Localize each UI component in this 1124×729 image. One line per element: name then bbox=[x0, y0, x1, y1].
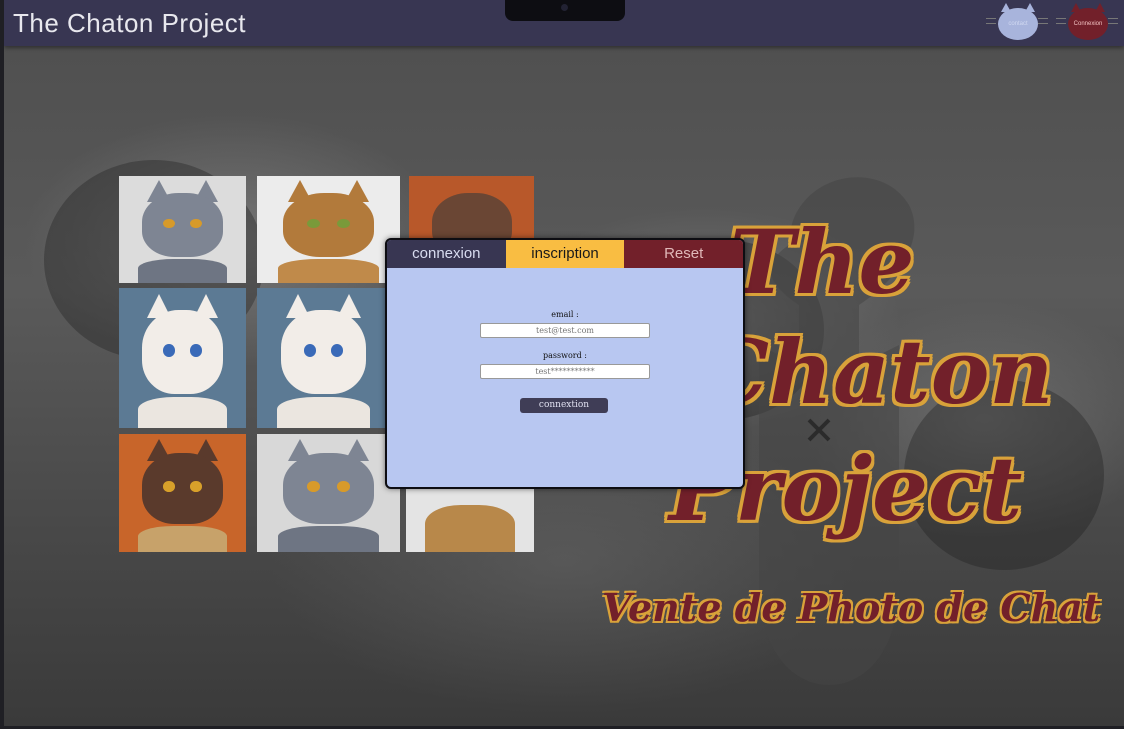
cat-face bbox=[141, 452, 224, 524]
connexion-button[interactable]: Connexion bbox=[1068, 3, 1108, 40]
cat-face bbox=[282, 452, 375, 524]
app-screen: The Chaton Project contact Connexion The… bbox=[4, 0, 1124, 726]
cat-face bbox=[141, 193, 224, 258]
auth-panel: connexion inscription Reset email : pass… bbox=[385, 238, 745, 489]
password-label: password : bbox=[543, 351, 587, 360]
whisker-decoration bbox=[1038, 23, 1048, 24]
whisker-decoration bbox=[1056, 23, 1066, 24]
cat-eye bbox=[307, 481, 320, 492]
cat-paws bbox=[425, 504, 515, 552]
cat-paws bbox=[138, 259, 227, 283]
hero-subtitle: Vente de Photo de Chat bbox=[602, 585, 1101, 630]
tab-reset[interactable]: Reset bbox=[624, 240, 743, 268]
tab-connexion[interactable]: connexion bbox=[387, 240, 506, 268]
camera-notch bbox=[505, 0, 625, 21]
app-title: The Chaton Project bbox=[13, 8, 247, 38]
password-field[interactable] bbox=[480, 364, 650, 379]
whisker-decoration bbox=[1108, 23, 1118, 24]
contact-button[interactable]: contact bbox=[998, 3, 1038, 40]
connexion-button-label: Connexion bbox=[1073, 21, 1103, 27]
cat-eye bbox=[190, 218, 202, 229]
email-label: email : bbox=[551, 310, 579, 319]
kitten-photo[interactable] bbox=[119, 434, 246, 552]
cat-paws bbox=[278, 526, 379, 552]
contact-button-label: contact bbox=[1008, 21, 1028, 27]
cat-face bbox=[282, 193, 375, 258]
whisker-decoration bbox=[986, 18, 996, 19]
cat-face bbox=[141, 310, 224, 395]
kitten-photo[interactable] bbox=[119, 288, 246, 428]
tab-inscription[interactable]: inscription bbox=[505, 240, 625, 268]
whisker-decoration bbox=[986, 23, 996, 24]
login-submit-button[interactable]: connextion bbox=[520, 398, 608, 413]
hero-line-2: Chaton bbox=[699, 320, 1054, 424]
cat-eye bbox=[303, 344, 316, 357]
cat-paws bbox=[138, 397, 227, 428]
email-field[interactable] bbox=[480, 323, 650, 338]
cat-eye bbox=[337, 481, 350, 492]
cat-eye bbox=[190, 344, 202, 357]
cat-paws bbox=[278, 259, 379, 283]
cat-eye bbox=[163, 344, 175, 357]
kitten-photo[interactable] bbox=[119, 176, 246, 283]
whisker-decoration bbox=[1038, 18, 1048, 19]
camera-icon bbox=[561, 4, 568, 11]
cat-eye bbox=[163, 481, 175, 492]
kitten-photo[interactable] bbox=[257, 288, 390, 428]
kitten-photo[interactable] bbox=[257, 434, 400, 552]
cat-face bbox=[280, 310, 367, 395]
cat-paws bbox=[138, 526, 227, 552]
whisker-decoration bbox=[1108, 18, 1118, 19]
cat-paws bbox=[276, 397, 371, 428]
kitten-photo[interactable] bbox=[257, 176, 400, 283]
whisker-decoration bbox=[1056, 18, 1066, 19]
cat-eye bbox=[190, 481, 202, 492]
hero-line-1: The bbox=[729, 210, 915, 314]
auth-tabs: connexion inscription Reset bbox=[387, 240, 743, 268]
top-navigation-bar: The Chaton Project contact Connexion bbox=[4, 0, 1124, 46]
